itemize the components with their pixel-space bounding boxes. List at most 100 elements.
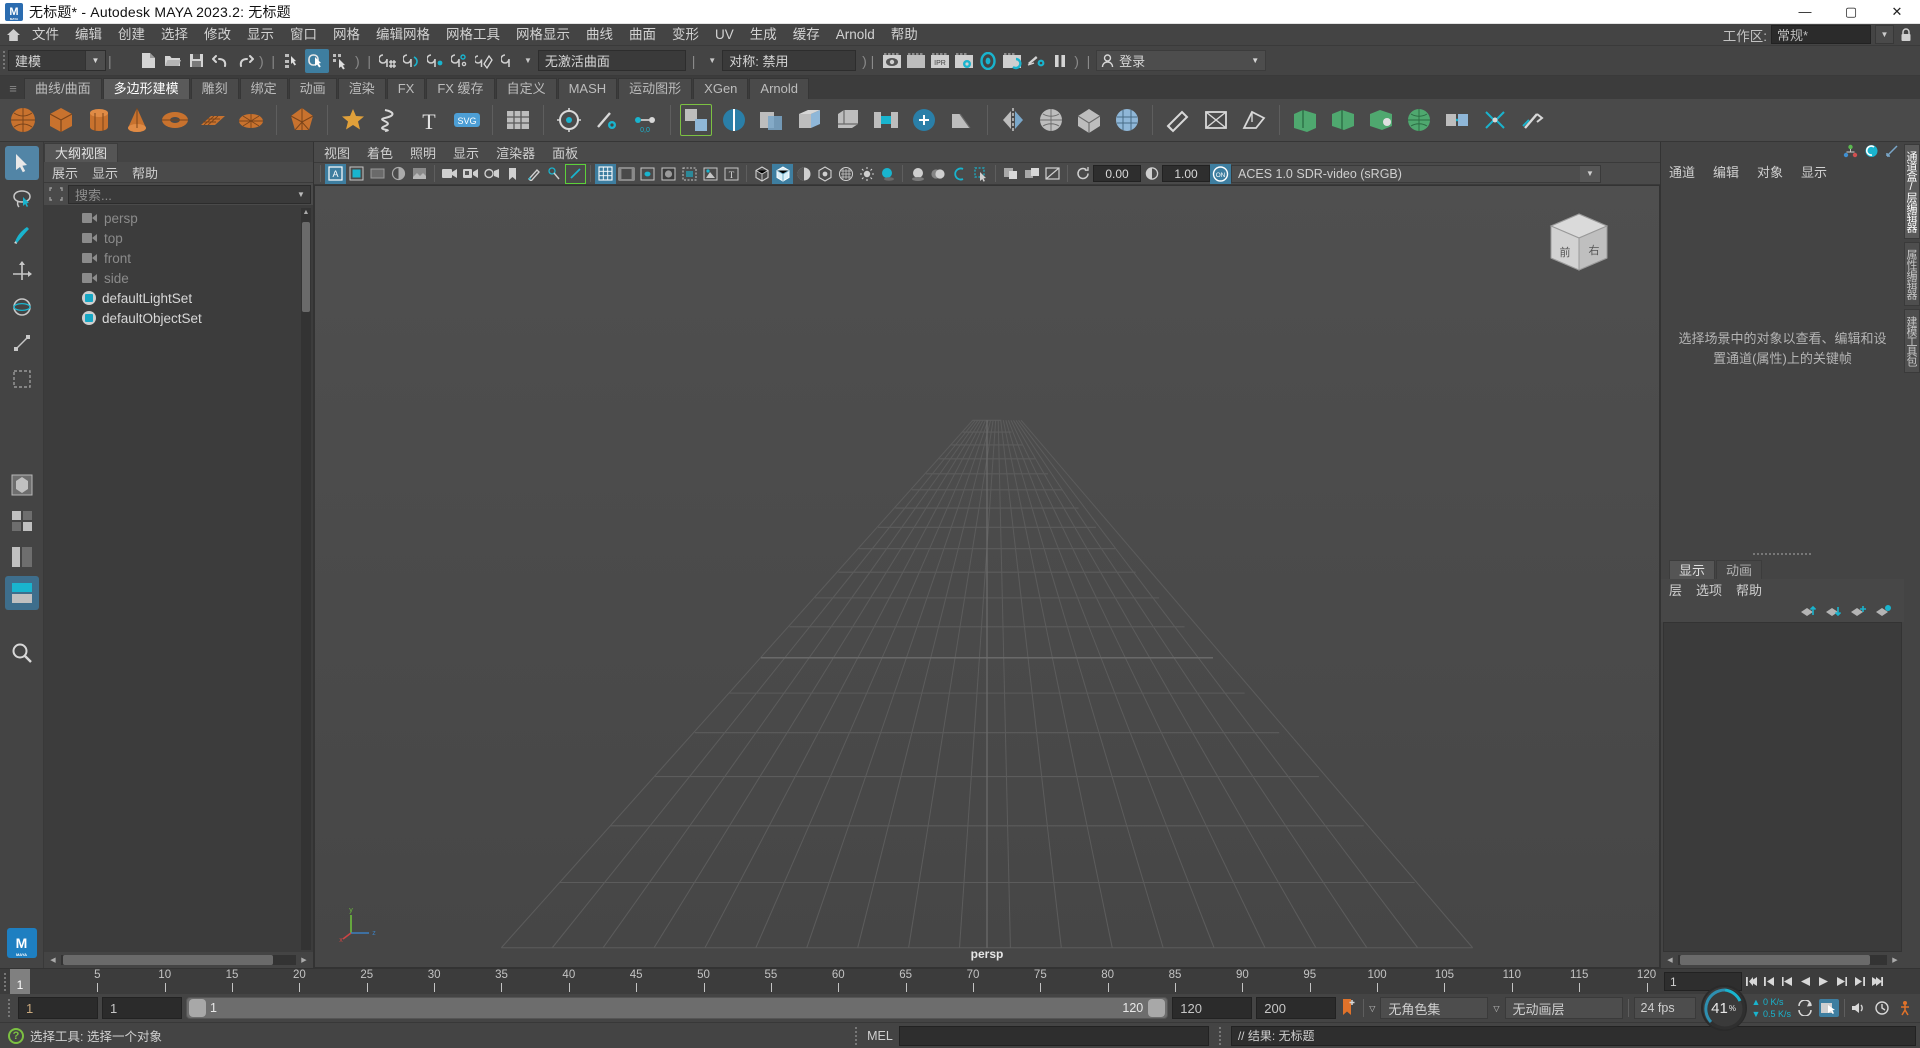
outliner-menu-help[interactable]: 帮助 (132, 163, 158, 182)
maximize-button[interactable]: ▢ (1828, 0, 1874, 24)
extrude-icon[interactable] (793, 103, 827, 137)
soften-harden-icon[interactable] (1364, 103, 1398, 137)
show-tool-settings-icon[interactable] (1864, 144, 1879, 158)
lights-icon[interactable] (856, 164, 877, 184)
outliner-vertical-scrollbar[interactable]: ▲ (301, 208, 311, 950)
menu-uv[interactable]: UV (707, 25, 742, 45)
xray-icon[interactable] (679, 164, 700, 184)
animation-layer-selector[interactable]: 无动画层 (1505, 997, 1623, 1019)
last-tool-icon[interactable] (5, 362, 39, 396)
shelf-tab-fx-caching[interactable]: FX 缓存 (426, 78, 494, 99)
grid-toggle-icon[interactable] (595, 164, 616, 184)
scrollbar-thumb[interactable] (63, 955, 273, 965)
auto-keyframe-icon[interactable] (1340, 997, 1358, 1019)
gate-mask-icon[interactable] (367, 164, 388, 184)
normals-icon[interactable] (1326, 103, 1360, 137)
color-management-on-icon[interactable]: ON (1210, 164, 1231, 184)
sew-icon[interactable] (1478, 103, 1512, 137)
snap-to-point-icon[interactable] (425, 49, 449, 73)
run-script-icon[interactable] (1896, 1000, 1914, 1016)
remesh-icon[interactable] (1110, 103, 1144, 137)
cleanup-icon[interactable] (1516, 103, 1550, 137)
menu-deform[interactable]: 变形 (664, 25, 707, 45)
outliner-item-side[interactable]: side (44, 268, 313, 288)
playblast-icon[interactable] (1819, 999, 1839, 1017)
snap-to-curve-icon[interactable] (401, 49, 425, 73)
menu-mesh[interactable]: 网格 (325, 25, 368, 45)
scroll-up-icon[interactable]: ▲ (302, 209, 310, 216)
show-channel-box-icon[interactable] (1885, 144, 1900, 158)
gamma-value[interactable]: 1.00 (1162, 165, 1210, 182)
menuset-selector[interactable]: 建模 ▼ (8, 50, 106, 71)
layer-tab-anim[interactable]: 动画 (1716, 560, 1762, 579)
audio-icon[interactable] (1850, 1000, 1868, 1016)
grease-pencil-icon[interactable] (523, 164, 544, 184)
outliner-item-defaultObjectSet[interactable]: defaultObjectSet (44, 308, 313, 328)
image-plane-icon[interactable] (409, 164, 430, 184)
scroll-right-icon[interactable]: ▶ (1889, 956, 1901, 964)
move-tool-icon[interactable] (5, 254, 39, 288)
persp-outliner-layout-icon[interactable] (5, 540, 39, 574)
undo-icon[interactable] (209, 49, 233, 73)
layer-menu-help[interactable]: 帮助 (1736, 580, 1762, 599)
mel-command-input[interactable] (899, 1026, 1209, 1046)
rotate-tool-icon[interactable] (5, 290, 39, 324)
polygon-helix-icon[interactable] (374, 103, 408, 137)
scrollbar-thumb[interactable] (302, 222, 310, 312)
scrollbar-track[interactable] (1678, 955, 1887, 965)
bridge-icon[interactable] (869, 103, 903, 137)
move-layer-up-icon[interactable] (1800, 604, 1817, 618)
multi-cut-icon[interactable] (590, 103, 624, 137)
four-view-layout-icon[interactable] (5, 504, 39, 538)
shelf-tab-arnold[interactable]: Arnold (749, 78, 809, 99)
paint-effects-icon[interactable] (544, 164, 565, 184)
pause-icon[interactable] (1048, 49, 1072, 73)
select-region-icon[interactable] (970, 164, 991, 184)
quad-draw-icon[interactable] (552, 103, 586, 137)
uv-editor-icon[interactable] (1288, 103, 1322, 137)
live-surface-field[interactable]: 无激活曲面 (538, 50, 686, 71)
new-file-icon[interactable] (137, 49, 161, 73)
menu-file[interactable]: 文件 (24, 25, 67, 45)
select-camera-icon[interactable]: A (325, 164, 346, 184)
outliner-tab[interactable]: 大纲视图 (44, 143, 118, 162)
layer-menu-layers[interactable]: 层 (1669, 580, 1682, 599)
outliner-menu-display[interactable]: 展示 (52, 163, 78, 182)
render-settings-icon[interactable] (952, 49, 976, 73)
animation-preferences-icon[interactable] (1873, 1000, 1891, 1016)
multisample-icon[interactable] (949, 164, 970, 184)
new-layer-from-selected-icon[interactable] (1875, 604, 1892, 618)
timeline-track[interactable]: 5101520253035404550556065707580859095100… (30, 969, 1660, 994)
transfer-attributes-icon[interactable] (1402, 103, 1436, 137)
viewport-menu-view[interactable]: 视图 (324, 143, 350, 162)
symmetry-field[interactable]: 对称: 禁用 (722, 50, 856, 71)
home-icon[interactable] (2, 25, 24, 45)
shelf-tab-motion-graphics[interactable]: 运动图形 (618, 78, 692, 99)
panel-splitter[interactable] (1661, 549, 1904, 559)
viewport-menu-show[interactable]: 显示 (453, 143, 479, 162)
sculpt-brush-icon[interactable] (565, 164, 586, 184)
isolate-select-remove-icon[interactable] (1042, 164, 1063, 184)
gamma-icon[interactable] (1141, 164, 1162, 184)
polygon-sphere-icon[interactable] (6, 103, 40, 137)
playback-start-field[interactable]: 1 (18, 997, 98, 1019)
menu-arnold[interactable]: Arnold (828, 25, 883, 45)
layer-horizontal-scrollbar[interactable]: ◀ ▶ (1661, 952, 1904, 968)
gate-mask-2-icon[interactable] (658, 164, 679, 184)
make-live-icon[interactable] (497, 49, 521, 73)
isolate-select-icon[interactable] (1000, 164, 1021, 184)
character-set-selector[interactable]: 无角色集 (1380, 997, 1488, 1019)
viewport-menu-lighting[interactable]: 照明 (410, 143, 436, 162)
help-icon[interactable]: ? (8, 1028, 24, 1044)
resolution-gate-icon[interactable] (346, 164, 367, 184)
current-frame-indicator[interactable]: 1 (10, 969, 30, 994)
shelf-tab-mash[interactable]: MASH (558, 78, 618, 99)
lasso-select-tool-icon[interactable] (5, 182, 39, 216)
crease-tool-icon[interactable] (1161, 103, 1195, 137)
smooth-shade-icon[interactable] (772, 164, 793, 184)
channelbox-menu-edit[interactable]: 编辑 (1713, 162, 1739, 181)
render-sequence-icon[interactable] (904, 49, 928, 73)
shaded-textured-icon[interactable] (793, 164, 814, 184)
lock-icon[interactable] (1898, 25, 1914, 44)
shelf-tab-rendering[interactable]: 渲染 (338, 78, 386, 99)
